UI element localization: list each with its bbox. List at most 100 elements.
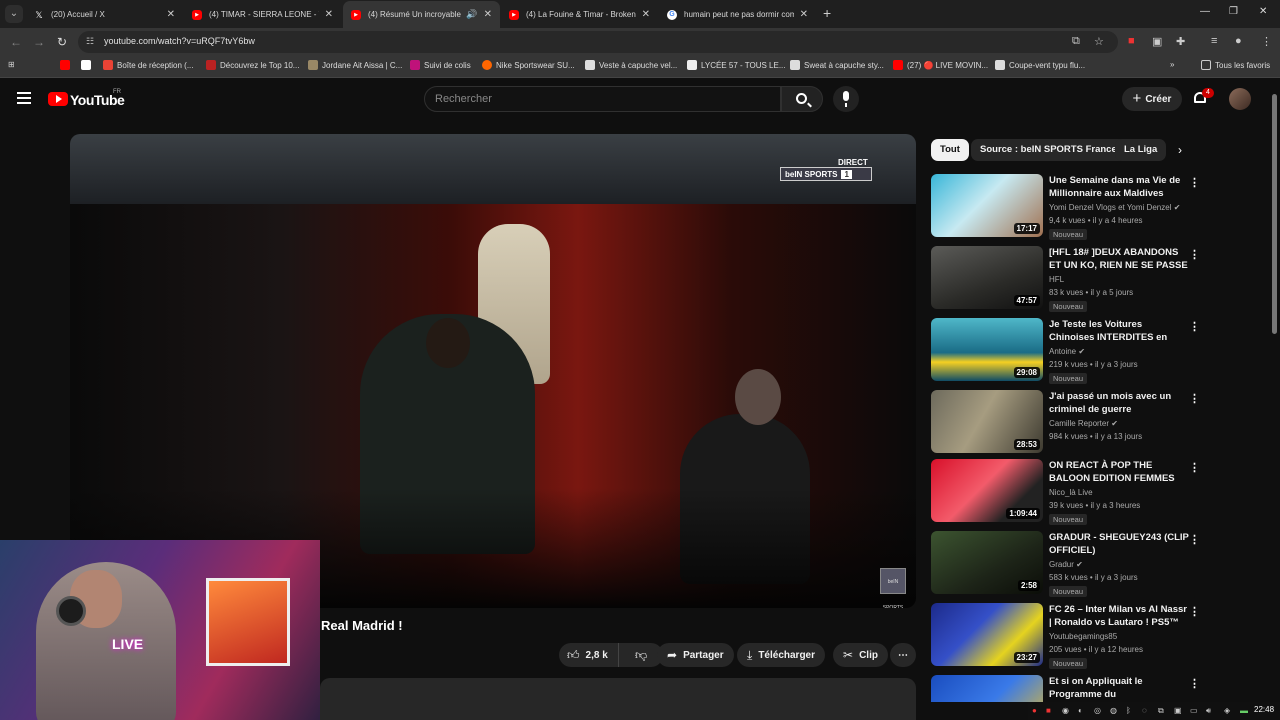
tab-close-icon[interactable]: ✕ [167,9,175,20]
tab-close-icon[interactable]: ✕ [642,9,650,20]
all-bookmarks[interactable]: Tous les favoris [1201,60,1270,70]
reload-icon[interactable]: ↻ [57,35,67,49]
chip-all[interactable]: Tout [931,139,969,161]
reading-list-icon[interactable]: ≡ [1211,35,1217,47]
more-options-icon[interactable]: ⋮ [1189,392,1200,405]
bookmark-item[interactable]: Jordane Ait Aissa | C... [308,60,402,70]
share-button[interactable]: ➦ Partager [657,643,734,667]
chevron-right-icon[interactable]: › [1178,143,1182,157]
recommendation-item[interactable]: 2:58 GRADUR - SHEGUEY243 (CLIP OFFICIEL)… [931,531,1261,597]
more-options-icon[interactable]: ⋮ [1189,533,1200,546]
video-thumbnail[interactable] [931,675,1043,702]
bookmark-item[interactable]: Veste à capuche vel... [585,60,677,70]
new-tab-icon[interactable]: + [823,5,831,21]
recommendation-item[interactable]: 23:27 FC 26 – Inter Milan vs Al Nassr | … [931,603,1261,669]
recommendation-item[interactable]: Et si on Appliquait le Programme du Rass… [931,675,1261,702]
channel-name[interactable]: Nico_là Live [1049,488,1093,497]
network-tray-icon[interactable]: ▭ [1190,706,1198,715]
scrollbar[interactable] [1271,84,1278,704]
bookmark-item[interactable]: Suivi de colis [410,60,471,70]
mic-tray-icon[interactable]: ● [1032,706,1037,715]
bookmark-item[interactable]: LYCÉE 57 - TOUS LE... [687,60,785,70]
video-thumbnail[interactable]: 1:09:44 [931,459,1043,522]
app-tray-icon[interactable]: ◌ [1142,706,1147,715]
bookmark-google[interactable] [81,60,95,70]
video-thumbnail[interactable]: 2:58 [931,531,1043,594]
bookmark-youtube[interactable] [60,60,74,70]
download-button[interactable]: ⤓ Télécharger [737,643,826,667]
youtube-logo-icon[interactable] [48,92,68,106]
browser-tab-timar[interactable]: ▶ (4) TIMAR - SIERRA LEONE - Yo ✕ [184,1,341,28]
volume-tray-icon[interactable]: 🔊︎ [1206,706,1211,716]
video-thumbnail[interactable]: 17:17 [931,174,1043,237]
close-window-icon[interactable]: ✕ [1259,6,1267,17]
tab-close-icon[interactable]: ✕ [800,9,808,20]
browser-tab-x[interactable]: 𝕏 (20) Accueil / X ✕ [26,1,183,28]
channel-name[interactable]: HFL [1049,275,1064,284]
description-box[interactable] [320,678,916,720]
tab-close-icon[interactable]: ✕ [325,9,333,20]
tab-close-icon[interactable]: ✕ [484,9,492,20]
browser-menu-icon[interactable]: ⋮ [1261,35,1272,48]
more-options-icon[interactable]: ⋮ [1189,605,1200,618]
avatar[interactable] [1229,88,1251,110]
video-thumbnail[interactable]: 28:53 [931,390,1043,453]
search-button[interactable] [781,86,823,112]
back-icon[interactable]: ← [10,35,22,49]
tab-search-button[interactable]: ⌄ [5,5,23,23]
nvidia-tray-icon[interactable]: ▬ [1240,706,1248,715]
more-options-icon[interactable]: ⋮ [1189,176,1200,189]
speaker-icon[interactable]: 🔊 [466,9,477,20]
recommendation-title[interactable]: ON REACT À POP THE BALOON EDITION FEMMES… [1049,459,1189,485]
record-tray-icon[interactable]: ■ [1046,706,1051,715]
recommendation-title[interactable]: [HFL 18# ]DEUX ABANDONS ET UN KO, RIEN N… [1049,246,1189,272]
search-box[interactable] [424,86,781,112]
recommendation-title[interactable]: Je Teste les Voitures Chinoises INTERDIT… [1049,318,1189,344]
apps-grid-icon[interactable]: ⊞ [8,60,15,69]
bluetooth-tray-icon[interactable]: ᛒ [1126,706,1131,715]
create-button[interactable]: + Créer [1122,87,1182,111]
extensions-puzzle-icon[interactable]: ✚ [1176,35,1185,48]
recommendation-item[interactable]: 17:17 Une Semaine dans ma Vie de Million… [931,174,1261,240]
profile-icon[interactable]: ● [1235,35,1242,47]
recommendation-title[interactable]: FC 26 – Inter Milan vs Al Nassr | Ronald… [1049,603,1189,629]
recommendation-title[interactable]: Une Semaine dans ma Vie de Millionnaire … [1049,174,1189,200]
recommendation-title[interactable]: GRADUR - SHEGUEY243 (CLIP OFFICIEL) [1049,531,1189,557]
recommendation-item[interactable]: 29:08 Je Teste les Voitures Chinoises IN… [931,318,1261,384]
recommendation-item[interactable]: 1:09:44 ON REACT À POP THE BALOON EDITIO… [931,459,1261,525]
bookmark-item[interactable]: Boîte de réception (... [103,60,194,70]
recommendation-item[interactable]: 47:57 [HFL 18# ]DEUX ABANDONS ET UN KO, … [931,246,1261,312]
recommendation-item[interactable]: 28:53 J'ai passé un mois avec un crimine… [931,390,1261,456]
browser-tab-google[interactable]: G humain peut ne pas dormir com ✕ [659,1,816,28]
app-tray-icon[interactable]: ◈ [1224,706,1230,715]
more-options-icon[interactable]: ⋮ [1189,461,1200,474]
bookmark-star-icon[interactable]: ☆ [1094,35,1104,48]
minimize-icon[interactable]: — [1200,6,1210,17]
voice-search-icon[interactable] [833,86,859,112]
forward-icon[interactable]: → [33,35,45,49]
channel-name[interactable]: Camille Reporter ✔ [1049,419,1118,428]
chip-source[interactable]: Source : beIN SPORTS France [971,139,1126,161]
more-options-icon[interactable]: ⋮ [1189,320,1200,333]
chip-laliga[interactable]: La Liga [1115,139,1167,161]
video-thumbnail[interactable]: 47:57 [931,246,1043,309]
bookmark-item[interactable]: Coupe-vent typu flu... [995,60,1085,70]
channel-watermark[interactable]: beIN SPORTS [880,568,906,608]
extension-icon[interactable]: ▣ [1152,35,1162,48]
thumbs-down-icon[interactable]: 👎︎ [625,648,647,663]
bookmarks-overflow-icon[interactable]: » [1170,60,1174,69]
install-app-icon[interactable]: ⧉ [1072,35,1080,48]
address-bar[interactable]: ☷ youtube.com/watch?v=uRQF7tvY6bw [78,31,1118,53]
like-button[interactable]: 👍︎ 2,8 k [559,643,619,667]
channel-name[interactable]: Gradur ✔ [1049,560,1083,569]
usb-tray-icon[interactable]: ⧉ [1158,706,1164,716]
video-player[interactable]: DIRECT beIN SPORTS 1 beIN SPORTS [70,134,916,608]
more-options-icon[interactable]: ⋮ [1189,677,1200,690]
app-tray-icon[interactable]: ◎ [1094,706,1101,715]
bookmark-item[interactable]: Nike Sportswear SU... [482,60,575,70]
channel-name[interactable]: Yomi Denzel Vlogs et Yomi Denzel ✔ [1049,203,1180,212]
browser-tab-lafouine[interactable]: ▶ (4) La Fouine & Timar - Broken ✕ [501,1,658,28]
search-input[interactable] [435,93,765,105]
bookmark-item[interactable]: (27) 🔴 LIVE MOVIN... [893,60,988,70]
app-tray-icon[interactable]: ◍ [1110,706,1117,715]
